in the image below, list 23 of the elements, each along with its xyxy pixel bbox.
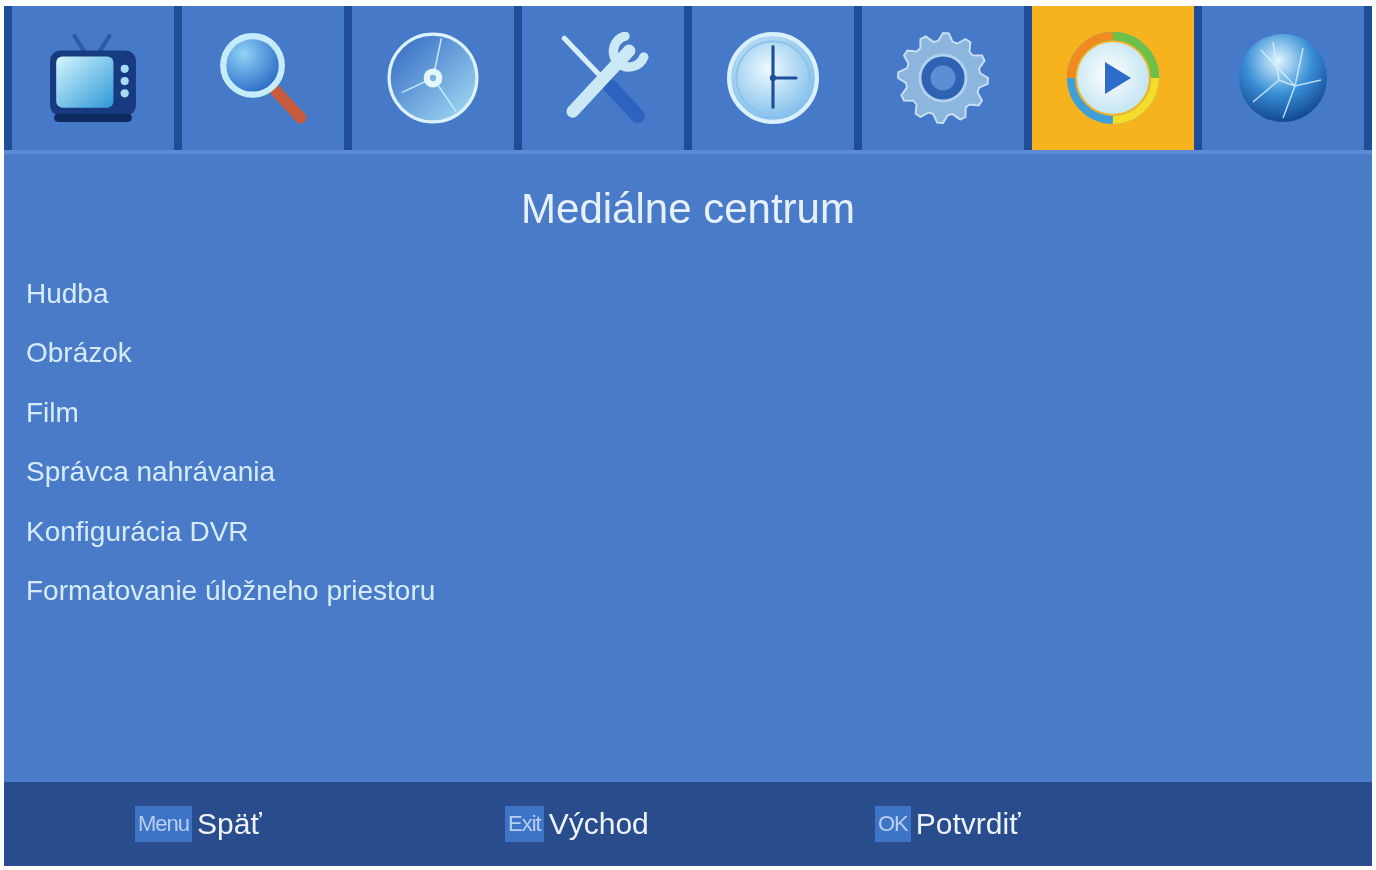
globe-icon xyxy=(1237,32,1329,124)
menu-tab[interactable] xyxy=(12,6,174,150)
clock-icon xyxy=(727,32,819,124)
hint-label: Východ xyxy=(548,806,649,842)
hint-label: Potvrdiť xyxy=(915,806,1021,842)
play-icon xyxy=(1067,32,1159,124)
key-label: Menu xyxy=(135,806,193,842)
search-icon xyxy=(217,32,309,124)
disc-icon xyxy=(387,32,479,124)
menu-item[interactable]: Formatovanie úložneho priestoru xyxy=(26,574,436,609)
menu-item[interactable]: Správca nahrávania xyxy=(26,455,276,490)
settings-icon xyxy=(897,32,989,124)
hint-label: Späť xyxy=(197,806,262,842)
menu-item[interactable]: Film xyxy=(26,395,79,430)
menu-item[interactable]: Obrázok xyxy=(26,336,132,371)
page-title: Mediálne centrum xyxy=(521,184,855,234)
menu-tab[interactable] xyxy=(1202,6,1364,150)
tv-icon xyxy=(47,32,139,124)
key-label: OK xyxy=(875,806,911,842)
menu-tab[interactable] xyxy=(522,6,684,150)
menu-item[interactable]: Konfigurácia DVR xyxy=(26,514,249,549)
key-label: Exit xyxy=(505,806,544,842)
menu-item[interactable]: Hudba xyxy=(26,276,109,311)
